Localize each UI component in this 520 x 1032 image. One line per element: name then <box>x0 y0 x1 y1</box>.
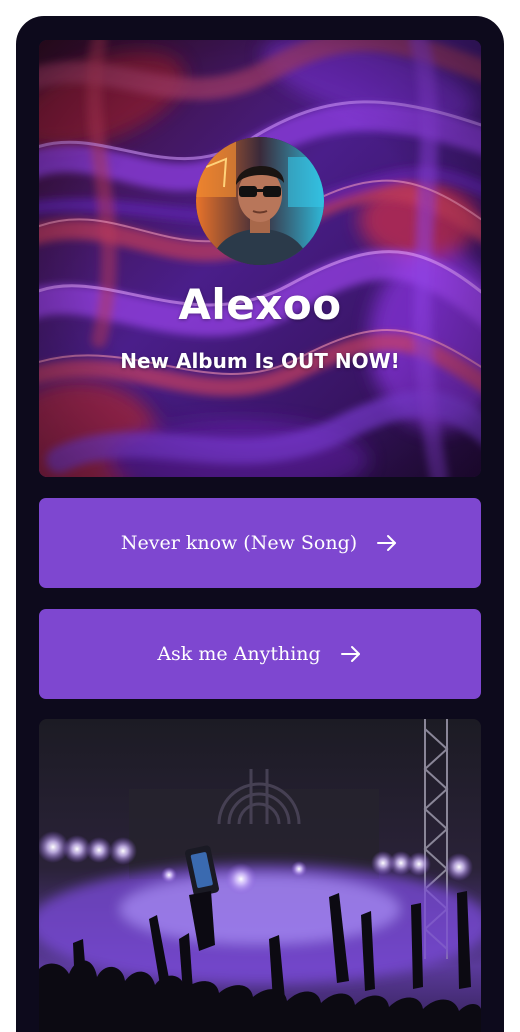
link-button-never-know[interactable]: Never know (New Song) <box>39 498 481 588</box>
link-button-label: Never know (New Song) <box>120 532 358 554</box>
arrow-right-icon <box>375 531 399 555</box>
avatar-image <box>196 137 324 265</box>
concert-image-card[interactable] <box>39 719 481 1032</box>
arrow-right-icon <box>339 642 363 666</box>
link-button-ask-me-anything[interactable]: Ask me Anything <box>39 609 481 699</box>
link-button-label: Ask me Anything <box>157 643 321 665</box>
profile-tagline: New Album Is OUT NOW! <box>120 349 400 373</box>
profile-avatar <box>196 137 324 265</box>
concert-crowd-image <box>39 719 481 1032</box>
phone-frame: Alexoo New Album Is OUT NOW! Never know … <box>0 0 520 1032</box>
profile-name: Alexoo <box>178 280 342 329</box>
link-page-screen[interactable]: Alexoo New Album Is OUT NOW! Never know … <box>16 16 504 1032</box>
hero-banner: Alexoo New Album Is OUT NOW! <box>39 40 481 477</box>
